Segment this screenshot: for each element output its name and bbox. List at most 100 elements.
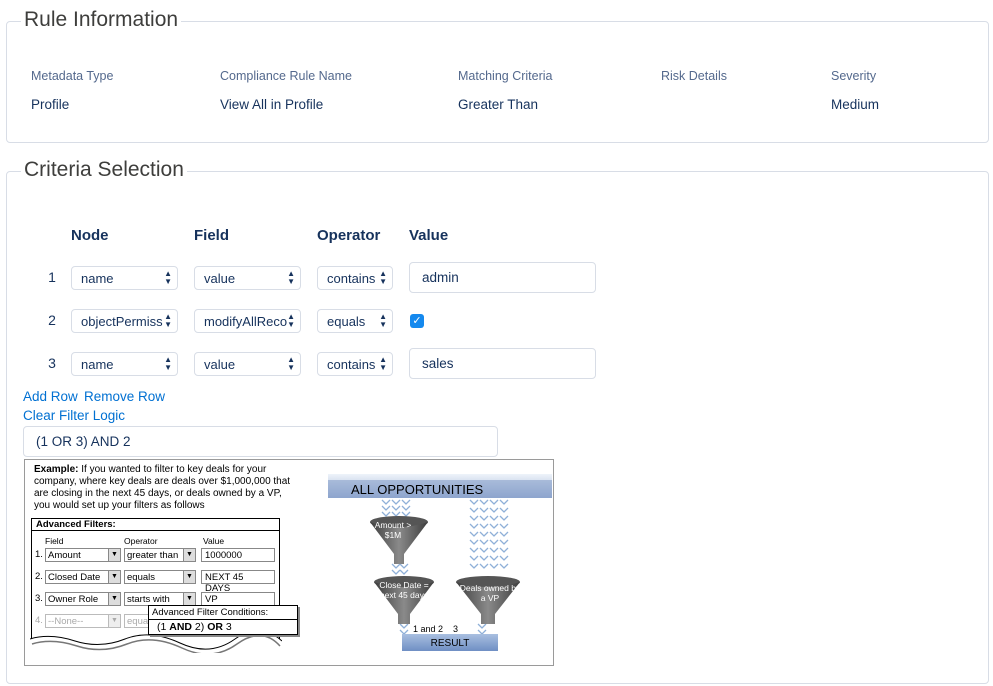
filter-example-illustration: Example: If you wanted to filter to key … <box>24 459 554 666</box>
funnel-amount-label: Amount > $1M <box>374 520 412 540</box>
field-select-1-value: value <box>204 271 236 286</box>
example-operator-value: greater than <box>127 550 179 561</box>
field-select-3[interactable]: value ▲ ▼ <box>194 352 301 376</box>
field-select-3-value: value <box>204 357 236 372</box>
updown-arrow-icon: ▲ ▼ <box>287 312 295 329</box>
field-select-2[interactable]: modifyAllReco ▲ ▼ <box>194 309 301 333</box>
operator-select-1[interactable]: contains ▲ ▼ <box>317 266 393 290</box>
advanced-conditions-title: Advanced Filter Conditions: <box>152 607 269 618</box>
add-row-link[interactable]: Add Row <box>23 389 78 404</box>
compliance-rule-name-col: Compliance Rule Name View All in Profile <box>220 69 352 112</box>
node-select-1[interactable]: name ▲ ▼ <box>71 266 178 290</box>
compliance-rule-name-label: Compliance Rule Name <box>220 69 353 83</box>
example-operator-value: starts with <box>127 594 170 605</box>
risk-details-label: Risk Details <box>661 69 727 83</box>
clear-filter-logic-link[interactable]: Clear Filter Logic <box>23 408 125 423</box>
example-row-num: 3. <box>35 593 43 604</box>
node-select-1-value: name <box>81 271 114 286</box>
field-select-1[interactable]: value ▲ ▼ <box>194 266 301 290</box>
example-operator-select: equals ▼ <box>124 570 196 584</box>
value-input-1[interactable]: admin <box>409 262 596 293</box>
updown-arrow-icon: ▲ ▼ <box>379 355 387 372</box>
field-header: Field <box>194 227 230 244</box>
funnel-owned-label: Deals owned by a VP <box>459 583 521 603</box>
updown-arrow-icon: ▲ ▼ <box>164 269 172 286</box>
example-description: Example: If you wanted to filter to key … <box>34 464 296 512</box>
example-field-value: Closed Date <box>48 572 101 583</box>
matching-criteria-col: Matching Criteria Greater Than <box>458 69 552 112</box>
operator-select-1-value: contains <box>327 271 376 286</box>
example-field-value: Amount <box>48 550 81 561</box>
chevron-down-icon: ▼ <box>183 593 195 605</box>
chevron-down-icon: ▼ <box>108 615 120 627</box>
remove-row-link[interactable]: Remove Row <box>84 389 165 404</box>
example-value-input: 1000000 <box>201 548 275 562</box>
funnel-result-label: RESULT <box>430 638 470 649</box>
example-operator-value: equals <box>127 572 155 583</box>
field-select-2-value: modifyAllReco <box>204 314 288 329</box>
risk-details-col: Risk Details <box>661 69 727 97</box>
example-operator-value: equa <box>127 616 149 627</box>
example-value-input: VP <box>201 592 275 606</box>
chevron-down-icon: ▼ <box>108 549 120 561</box>
example-row-num: 2. <box>35 571 43 582</box>
advanced-conditions-divider <box>149 619 297 620</box>
example-value-col: Value <box>203 536 225 546</box>
matching-criteria-label: Matching Criteria <box>458 69 553 83</box>
node-select-3[interactable]: name ▲ ▼ <box>71 352 178 376</box>
funnel-3-label: 3 <box>453 624 459 634</box>
example-field-select: --None-- ▼ <box>45 614 121 628</box>
value-checkbox-2[interactable]: ✓ <box>410 314 424 328</box>
advanced-conditions-logic: (1 AND 2) OR 3 <box>157 621 232 633</box>
updown-arrow-icon: ▲ ▼ <box>287 355 295 372</box>
example-field-select: Amount ▼ <box>45 548 121 562</box>
chevron-down-icon: ▼ <box>108 593 120 605</box>
criteria-selection-title: Criteria Selection <box>21 158 187 182</box>
updown-arrow-icon: ▲ ▼ <box>379 312 387 329</box>
value-input-3[interactable]: sales <box>409 348 596 379</box>
filter-logic-input[interactable]: (1 OR 3) AND 2 <box>23 426 498 457</box>
row-number-1: 1 <box>48 269 56 285</box>
example-lead: Example: <box>34 464 79 475</box>
severity-value: Medium <box>831 97 880 112</box>
metadata-type-value: Profile <box>31 97 70 112</box>
severity-col: Severity Medium <box>831 69 879 112</box>
row-number-2: 2 <box>48 312 56 328</box>
funnel-1and2-label: 1 and 2 <box>413 624 444 634</box>
example-field-value: --None-- <box>48 616 84 627</box>
value-header: Value <box>409 227 449 244</box>
updown-arrow-icon: ▲ ▼ <box>287 269 295 286</box>
operator-select-3[interactable]: contains ▲ ▼ <box>317 352 393 376</box>
example-field-select: Owner Role ▼ <box>45 592 121 606</box>
operator-select-2-value: equals <box>327 314 366 329</box>
example-operator-select: starts with ▼ <box>124 592 196 606</box>
advanced-conditions-box: Advanced Filter Conditions: (1 AND 2) OR… <box>148 605 298 635</box>
updown-arrow-icon: ▲ ▼ <box>379 269 387 286</box>
rule-information-section: Rule Information Metadata Type Profile C… <box>6 8 989 143</box>
metadata-type-col: Metadata Type Profile <box>31 69 113 112</box>
node-select-2[interactable]: objectPermiss ▲ ▼ <box>71 309 178 333</box>
example-row-num: 4. <box>35 615 43 626</box>
example-value-input: NEXT 45 DAYS <box>201 570 275 594</box>
chevron-down-icon: ▼ <box>183 571 195 583</box>
funnel-title: ALL OPPORTUNITIES <box>351 482 484 497</box>
metadata-type-label: Metadata Type <box>31 69 114 83</box>
example-field-value: Owner Role <box>48 594 99 605</box>
operator-header: Operator <box>317 227 381 244</box>
updown-arrow-icon: ▲ ▼ <box>164 355 172 372</box>
row-number-3: 3 <box>48 355 56 371</box>
chevron-down-icon: ▼ <box>108 571 120 583</box>
example-operator-col: Operator <box>124 536 158 546</box>
example-operator-select: greater than ▼ <box>124 548 196 562</box>
matching-criteria-value: Greater Than <box>458 97 539 112</box>
advanced-filters-title: Advanced Filters: <box>36 519 116 530</box>
node-select-3-value: name <box>81 357 114 372</box>
example-row-num: 1. <box>35 549 43 560</box>
funnel-close-label: Close Date = next 45 days <box>379 580 429 600</box>
operator-select-3-value: contains <box>327 357 376 372</box>
operator-select-2[interactable]: equals ▲ ▼ <box>317 309 393 333</box>
chevron-down-icon: ▼ <box>183 549 195 561</box>
severity-label: Severity <box>831 69 877 83</box>
node-header: Node <box>71 227 109 244</box>
rule-information-title: Rule Information <box>21 8 182 32</box>
